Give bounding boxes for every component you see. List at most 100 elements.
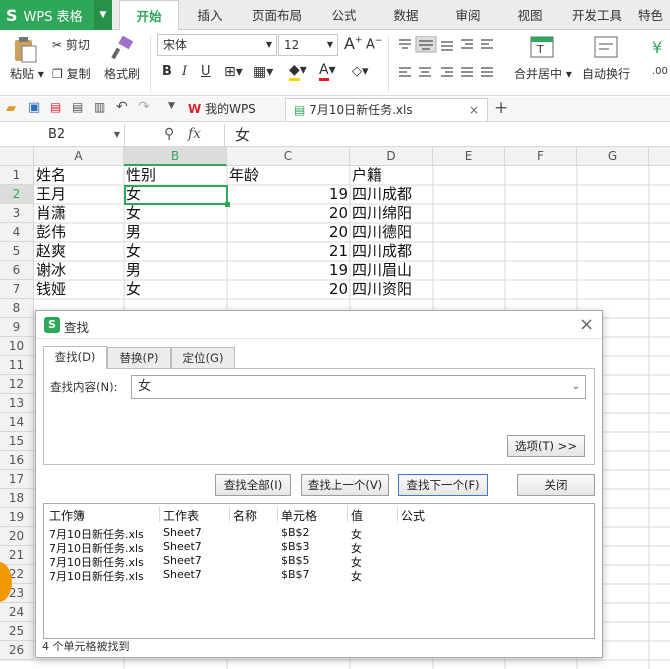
row-header-6[interactable]: 6 xyxy=(0,261,34,280)
cell-a7[interactable]: 钱娅 xyxy=(34,280,124,299)
tab-goto[interactable]: 定位(G) xyxy=(171,347,235,368)
row-header-2[interactable]: 2 xyxy=(0,185,34,204)
column-header-d[interactable]: D xyxy=(350,147,433,166)
tab-find[interactable]: 查找(D) xyxy=(43,346,107,369)
wrap-text-button[interactable]: 自动换行 xyxy=(582,65,630,82)
column-header-f[interactable]: F xyxy=(505,147,577,166)
italic-icon[interactable]: I xyxy=(182,64,187,79)
tab-formula[interactable]: 公式 xyxy=(318,0,370,30)
header-divider[interactable] xyxy=(229,506,230,522)
function-icon[interactable]: fx xyxy=(188,126,201,142)
results-header-1[interactable]: 工作表 xyxy=(163,507,199,524)
tab-view[interactable]: 视图 xyxy=(504,0,556,30)
cell-b7[interactable]: 女 xyxy=(124,280,227,299)
cell-d4[interactable]: 四川德阳 xyxy=(350,223,433,242)
find-previous-button[interactable]: 查找上一个(V) xyxy=(301,474,389,496)
merge-center-button[interactable]: 合并居中 ▾ xyxy=(514,65,572,82)
row-header-5[interactable]: 5 xyxy=(0,242,34,261)
row-header-20[interactable]: 20 xyxy=(0,527,34,546)
find-all-button[interactable]: 查找全部(I) xyxy=(215,474,291,496)
column-header-g[interactable]: G xyxy=(577,147,649,166)
result-cell[interactable]: $B$7 xyxy=(281,568,310,581)
header-divider[interactable] xyxy=(277,506,278,522)
cut-button[interactable]: ✂ 剪切 xyxy=(52,36,90,53)
number-format-icon[interactable]: ¥ xyxy=(652,38,662,57)
preview-icon[interactable]: ▥ xyxy=(94,100,105,114)
column-header-h[interactable] xyxy=(649,147,670,166)
underline-icon[interactable]: U xyxy=(201,64,211,79)
cell-d2[interactable]: 四川成都 xyxy=(350,185,433,204)
close-button[interactable]: 关闭 xyxy=(517,474,595,496)
result-cell[interactable]: Sheet7 xyxy=(163,540,202,553)
tab-home[interactable]: 开始 xyxy=(119,0,179,31)
result-cell[interactable]: Sheet7 xyxy=(163,568,202,581)
cell-a1[interactable]: 姓名 xyxy=(34,166,124,185)
results-header-5[interactable]: 公式 xyxy=(401,507,425,524)
column-header-e[interactable]: E xyxy=(433,147,505,166)
row-header-13[interactable]: 13 xyxy=(0,394,34,413)
row-header-26[interactable]: 26 xyxy=(0,641,34,660)
border-icon[interactable]: ⊞▾ xyxy=(224,64,243,80)
app-menu-button[interactable]: S WPS 表格 ▼ xyxy=(0,0,112,30)
tab-replace[interactable]: 替换(P) xyxy=(107,347,171,368)
row-header-10[interactable]: 10 xyxy=(0,337,34,356)
results-header-3[interactable]: 单元格 xyxy=(281,507,317,524)
tab-special[interactable]: 特色 xyxy=(638,0,670,30)
row-header-12[interactable]: 12 xyxy=(0,375,34,394)
cell-d6[interactable]: 四川眉山 xyxy=(350,261,433,280)
row-header-3[interactable]: 3 xyxy=(0,204,34,223)
column-header-a[interactable]: A xyxy=(34,147,124,166)
header-divider[interactable] xyxy=(347,506,348,522)
format-painter-icon[interactable] xyxy=(110,35,134,63)
results-header-0[interactable]: 工作簿 xyxy=(49,507,85,524)
result-cell[interactable]: 7月10日新任务.xls xyxy=(49,568,144,584)
merge-center-icon[interactable]: T xyxy=(530,36,554,61)
result-cell[interactable]: $B$5 xyxy=(281,554,310,567)
format-painter-button[interactable]: 格式刷 xyxy=(104,65,140,82)
bold-icon[interactable]: B xyxy=(162,64,172,79)
results-list[interactable]: 工作簿 工作表 名称 单元格值公式 7月10日新任务.xls Sheet7 $B$2 女 7月… xyxy=(43,503,595,639)
copy-button[interactable]: ❐ 复制 xyxy=(52,65,91,82)
tab-developer[interactable]: 开发工具 xyxy=(566,0,628,30)
row-header-4[interactable]: 4 xyxy=(0,223,34,242)
row-header-24[interactable]: 24 xyxy=(0,603,34,622)
new-tab-icon[interactable]: + xyxy=(494,98,508,118)
paste-icon[interactable] xyxy=(12,36,38,67)
cell-c7[interactable]: 20 xyxy=(227,280,350,299)
print-icon[interactable]: ▤ xyxy=(72,100,83,114)
row-header-11[interactable]: 11 xyxy=(0,356,34,375)
cell-a5[interactable]: 赵爽 xyxy=(34,242,124,261)
tab-review[interactable]: 审阅 xyxy=(442,0,494,30)
cell-b4[interactable]: 男 xyxy=(124,223,227,242)
cell-d5[interactable]: 四川成都 xyxy=(350,242,433,261)
decimal-icon[interactable]: .00 xyxy=(652,66,668,77)
cell-c4[interactable]: 20 xyxy=(227,223,350,242)
results-header-2[interactable]: 名称 xyxy=(233,507,257,524)
header-divider[interactable] xyxy=(397,506,398,522)
font-color-icon[interactable]: A▾ xyxy=(319,62,336,81)
cell-d7[interactable]: 四川资阳 xyxy=(350,280,433,299)
row-header-14[interactable]: 14 xyxy=(0,413,34,432)
cell-c6[interactable]: 19 xyxy=(227,261,350,280)
pdf-icon[interactable]: ▤ xyxy=(50,100,61,114)
close-icon[interactable]: × xyxy=(579,314,594,335)
find-input[interactable]: 女 ⌄ xyxy=(131,375,586,399)
paste-button[interactable]: 粘贴 ▾ xyxy=(10,65,44,82)
row-header-17[interactable]: 17 xyxy=(0,470,34,489)
cell-c3[interactable]: 20 xyxy=(227,204,350,223)
cell-b1[interactable]: 性别 xyxy=(124,166,227,185)
tab-my-wps[interactable]: W 我的WPS xyxy=(188,98,283,121)
clear-format-icon[interactable]: ◇▾ xyxy=(352,64,369,79)
column-header-b[interactable]: B xyxy=(124,147,227,166)
tab-insert[interactable]: 插入 xyxy=(184,0,236,30)
row-header-19[interactable]: 19 xyxy=(0,508,34,527)
select-all-corner[interactable] xyxy=(0,147,34,166)
name-box[interactable]: B2 ▼ xyxy=(0,124,125,146)
results-header-4[interactable]: 值 xyxy=(351,507,363,524)
header-divider[interactable] xyxy=(159,506,160,522)
row-header-1[interactable]: 1 xyxy=(0,166,34,185)
tab-data[interactable]: 数据 xyxy=(380,0,432,30)
chevron-down-icon[interactable]: ⌄ xyxy=(572,376,580,398)
font-size-select[interactable]: 12 ▼ xyxy=(278,34,338,56)
cell-a2[interactable]: 王月 xyxy=(34,185,124,204)
